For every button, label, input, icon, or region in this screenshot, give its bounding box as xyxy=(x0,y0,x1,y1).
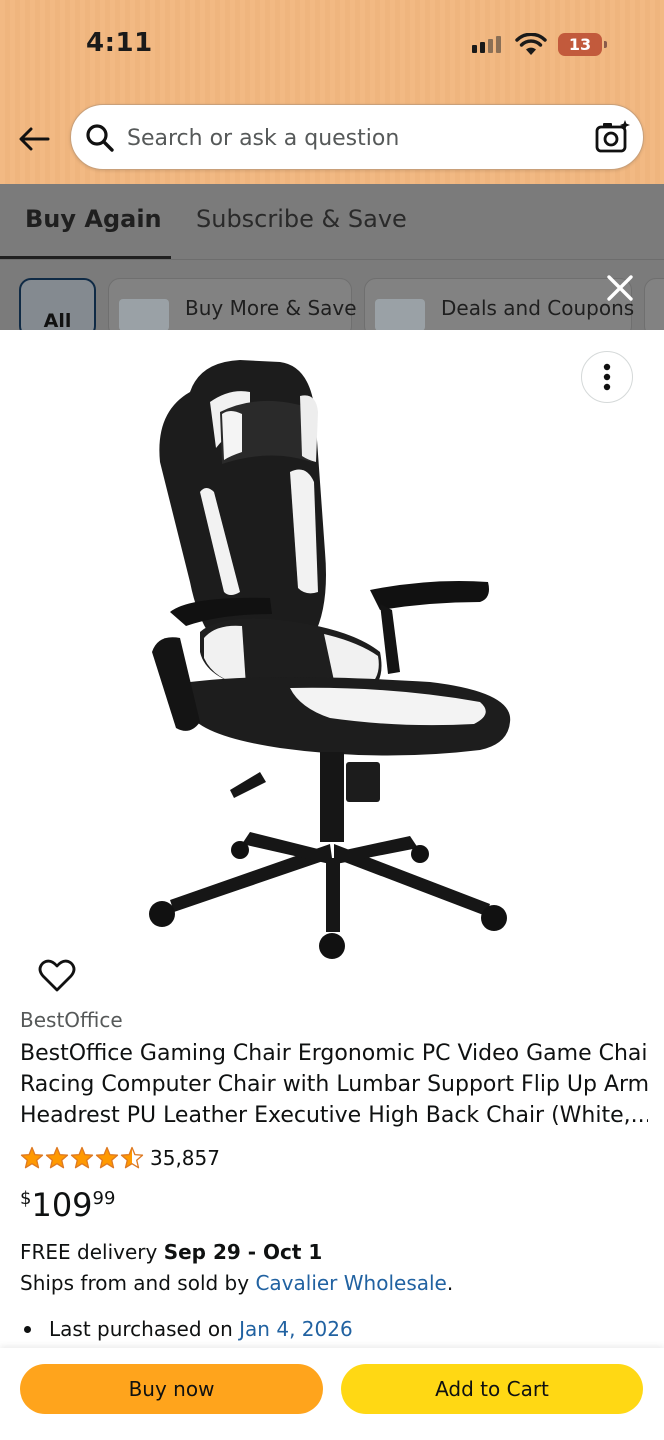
price-fraction: 99 xyxy=(92,1188,116,1209)
star-icon xyxy=(70,1146,94,1169)
ships-prefix: Ships from and sold by xyxy=(20,1271,256,1295)
star-rating xyxy=(20,1146,144,1170)
chip-thumbnail xyxy=(375,299,425,331)
product-title-line: Racing Computer Chair with Lumbar Suppor… xyxy=(20,1072,648,1097)
chip-label: Buy More & Save xyxy=(185,296,357,320)
rating-row[interactable]: 35,857 xyxy=(20,1146,220,1170)
search-icon xyxy=(86,124,114,152)
star-icon xyxy=(120,1146,144,1169)
more-options-button[interactable] xyxy=(581,351,633,403)
search-input[interactable] xyxy=(127,119,567,157)
buy-now-button[interactable]: Buy now xyxy=(20,1364,323,1414)
filter-chip-all[interactable]: All xyxy=(19,278,96,338)
product-title[interactable]: BestOffice Gaming Chair Ergonomic PC Vid… xyxy=(20,1038,648,1131)
delivery-dates: Sep 29 - Oct 1 xyxy=(163,1240,323,1264)
wifi-icon xyxy=(515,33,547,55)
status-time: 4:11 xyxy=(86,28,153,58)
filter-chip-buy-more-save[interactable]: Buy More & Save xyxy=(108,278,357,338)
seller-link[interactable]: Cavalier Wholesale xyxy=(255,1271,446,1295)
product-title-line: BestOffice Gaming Chair Ergonomic PC Vid… xyxy=(20,1041,648,1066)
tab-divider xyxy=(0,259,664,260)
delivery-prefix: FREE delivery xyxy=(20,1240,164,1264)
price-whole: 109 xyxy=(31,1186,93,1224)
last-purchased: Last purchased on Jan 4, 2026 xyxy=(22,1317,353,1341)
camera-icon[interactable] xyxy=(595,119,631,155)
product-image xyxy=(149,360,511,959)
filter-chip-deals-coupons[interactable]: Deals and Coupons xyxy=(364,278,634,338)
heart-icon[interactable] xyxy=(38,958,76,994)
back-arrow-icon[interactable] xyxy=(16,122,52,156)
close-icon[interactable] xyxy=(604,272,636,304)
chip-thumbnail xyxy=(119,299,169,331)
last-purchased-prefix: Last purchased on xyxy=(49,1317,233,1341)
tab-subscribe-save[interactable]: Subscribe & Save xyxy=(196,205,407,233)
bullet xyxy=(24,1325,31,1333)
last-purchased-date-link[interactable]: Jan 4, 2026 xyxy=(239,1317,353,1341)
filter-chip-more[interactable] xyxy=(644,278,664,338)
cellular-signal-icon xyxy=(472,36,501,53)
star-icon xyxy=(45,1146,69,1169)
ships-info: Ships from and sold by Cavalier Wholesal… xyxy=(20,1271,453,1295)
more-options-icon xyxy=(603,363,611,391)
star-icon xyxy=(20,1146,44,1169)
product-title-line: Headrest PU Leather Executive High Back … xyxy=(20,1103,648,1128)
search-bar[interactable] xyxy=(70,104,644,170)
delivery-info: FREE delivery Sep 29 - Oct 1 xyxy=(20,1240,322,1264)
battery-indicator: 13 xyxy=(558,33,607,56)
price-currency: $ xyxy=(20,1188,32,1209)
star-icon xyxy=(95,1146,119,1169)
ships-suffix: . xyxy=(446,1271,454,1295)
rating-count: 35,857 xyxy=(150,1146,220,1170)
product-brand[interactable]: BestOffice xyxy=(20,1008,123,1032)
filter-chip-all-label: All xyxy=(43,310,72,332)
product-price: $10999 xyxy=(20,1186,115,1224)
add-to-cart-button[interactable]: Add to Cart xyxy=(341,1364,643,1414)
tab-buy-again[interactable]: Buy Again xyxy=(25,205,162,233)
